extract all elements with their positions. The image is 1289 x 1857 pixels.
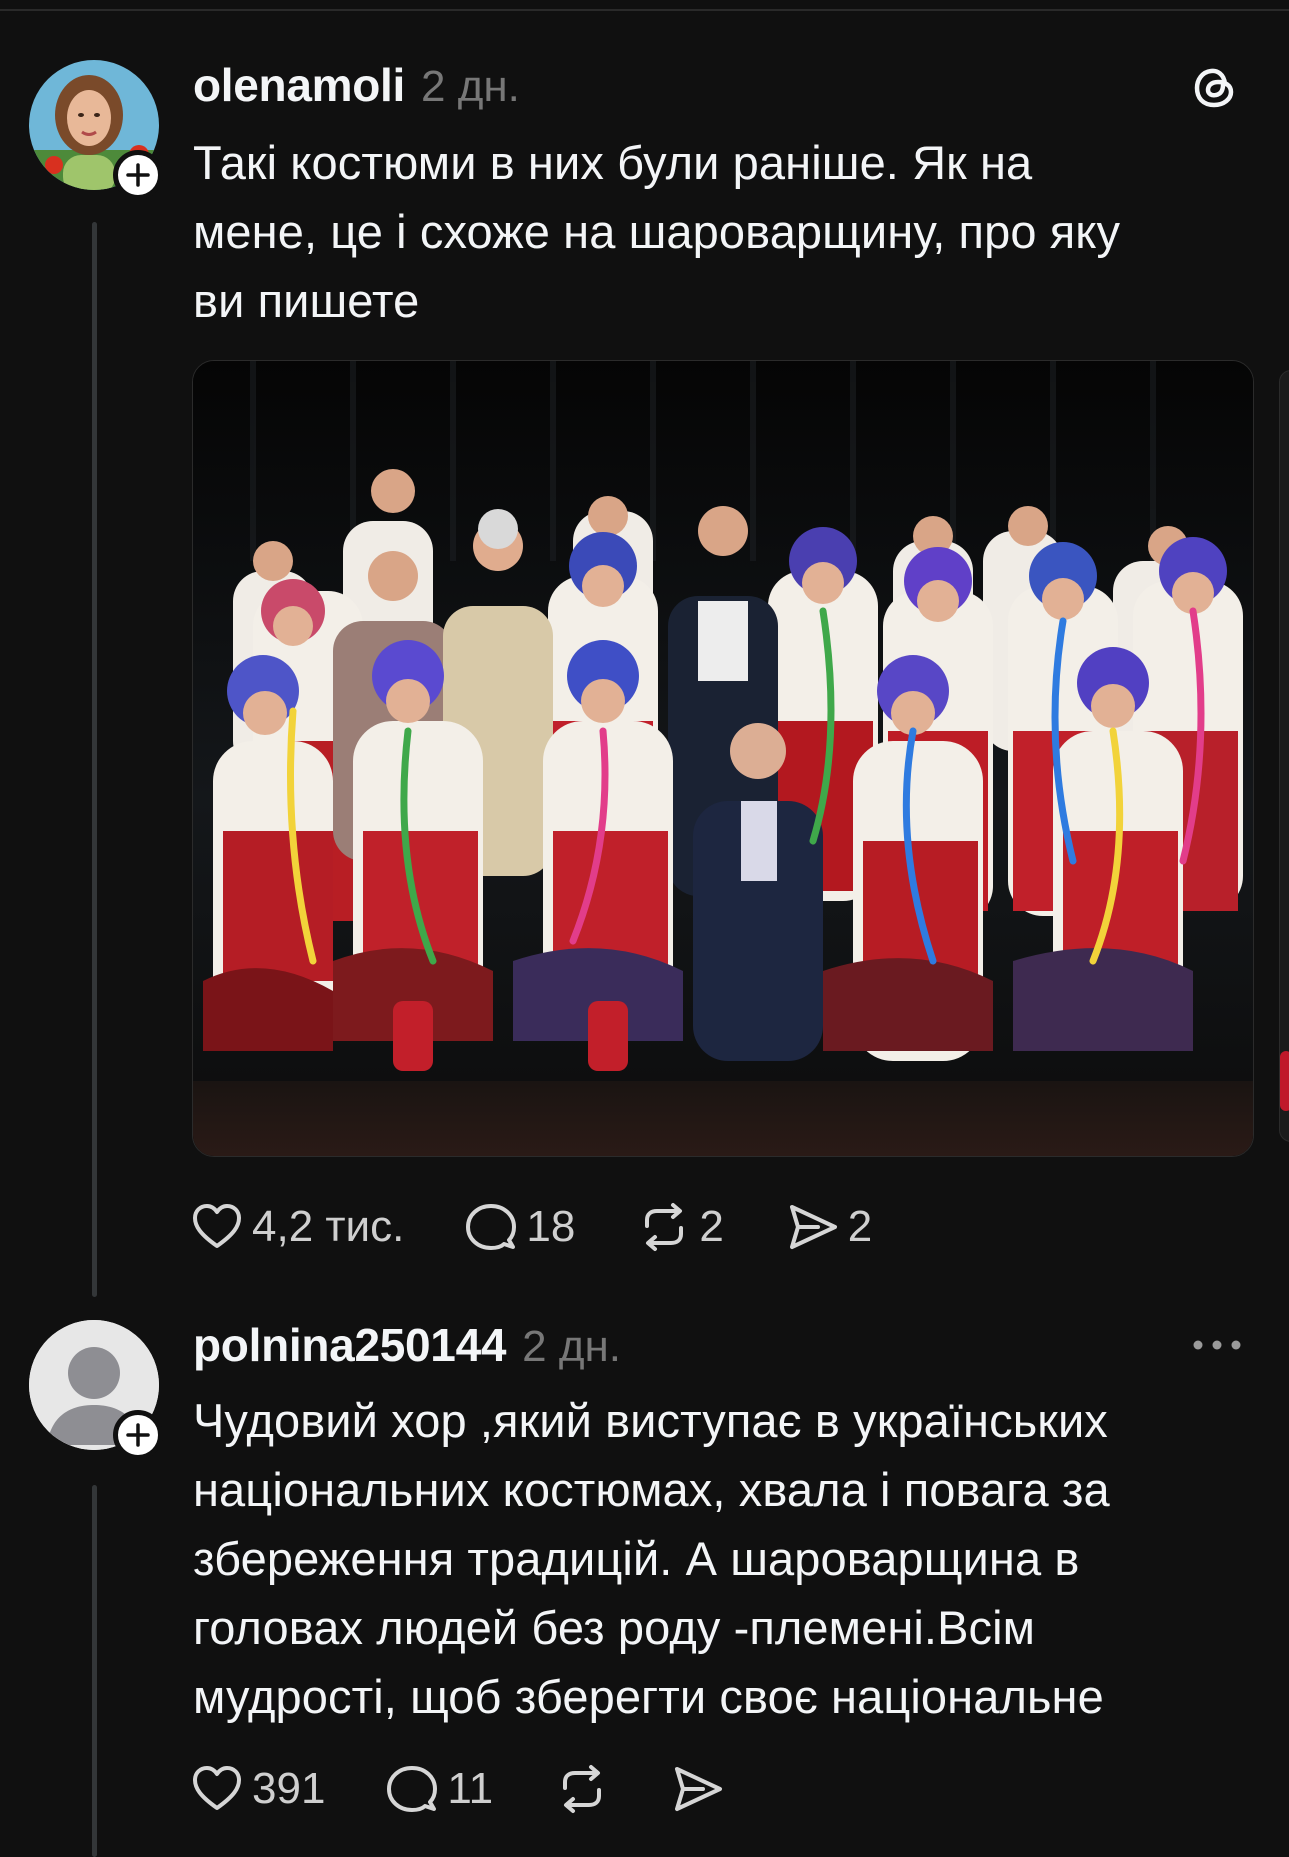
repost-icon <box>563 1765 602 1813</box>
post-header: olenamoli 2 дн. <box>193 58 520 112</box>
username[interactable]: polnina250144 <box>193 1318 506 1372</box>
share-button[interactable]: 2 <box>786 1200 872 1254</box>
send-icon <box>675 1767 723 1811</box>
comment-bubble-icon <box>387 1766 438 1812</box>
post-text: Чудовий хор ,який виступає в українських… <box>193 1394 1110 1723</box>
plus-icon <box>126 163 150 187</box>
comment-bubble-icon <box>466 1204 517 1250</box>
post-header: polnina250144 2 дн. <box>193 1318 621 1372</box>
post-actions: 4,2 тис. 18 2 2 <box>190 1200 872 1254</box>
like-button[interactable]: 4,2 тис. <box>190 1200 404 1254</box>
like-count: 4,2 тис. <box>252 1202 405 1251</box>
share-count: 2 <box>847 1202 873 1251</box>
thread-line <box>92 222 97 1297</box>
next-photo-peek[interactable] <box>1279 370 1289 1142</box>
comment-button[interactable]: 18 <box>464 1200 575 1254</box>
more-dots-icon <box>1193 1340 1241 1350</box>
repost-button[interactable] <box>555 1762 609 1816</box>
username[interactable]: olenamoli <box>193 58 405 112</box>
heart-icon <box>193 1766 241 1810</box>
post-text: Такі костюми в них були раніше. Як на ме… <box>193 136 1121 327</box>
comment-button[interactable]: 11 <box>385 1762 493 1816</box>
timestamp: 2 дн. <box>421 62 520 111</box>
comment-count: 18 <box>526 1202 576 1251</box>
repost-button[interactable]: 2 <box>637 1200 724 1254</box>
thread-line <box>92 1485 97 1857</box>
more-options-button[interactable] <box>1190 1330 1244 1365</box>
post-photo[interactable] <box>192 360 1254 1157</box>
comment-count: 11 <box>447 1764 494 1813</box>
heart-icon <box>193 1204 241 1248</box>
send-icon <box>789 1205 837 1249</box>
top-divider <box>0 9 1289 11</box>
follow-button[interactable] <box>113 1410 163 1460</box>
post-actions: 391 11 <box>190 1762 725 1816</box>
plus-icon <box>126 1423 150 1447</box>
repost-count: 2 <box>699 1202 724 1251</box>
like-button[interactable]: 391 <box>190 1762 325 1816</box>
repost-icon <box>645 1203 684 1251</box>
like-count: 391 <box>252 1764 326 1813</box>
share-button[interactable] <box>671 1762 725 1816</box>
follow-button[interactable] <box>113 150 163 200</box>
timestamp: 2 дн. <box>522 1322 622 1371</box>
threads-logo-icon[interactable] <box>1190 62 1240 117</box>
